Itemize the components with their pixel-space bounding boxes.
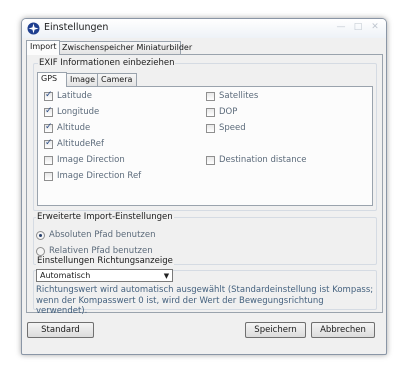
exif-tab-strip: GPS Image Camera xyxy=(37,72,157,87)
direction-settings-label: Einstellungen Richtungsanzeige xyxy=(36,256,174,266)
tab-image[interactable]: Image xyxy=(66,73,98,86)
save-button[interactable]: Speichern xyxy=(245,322,306,338)
app-icon xyxy=(27,22,40,35)
radio-button[interactable] xyxy=(36,230,45,240)
import-settings-label: Erweiterte Import-Einstellungen xyxy=(36,212,174,222)
minimize-icon[interactable]: — xyxy=(334,21,348,33)
radio-button[interactable] xyxy=(36,246,45,256)
import-tab-panel: EXIF Informationen einbeziehen GPS Image… xyxy=(26,54,383,316)
checkbox-altitude-ref[interactable]: AltitudeRef xyxy=(44,138,104,150)
checkbox-altitude[interactable]: Altitude xyxy=(44,122,90,134)
maximize-icon[interactable]: □ xyxy=(351,21,365,33)
checkbox-box[interactable] xyxy=(206,91,215,101)
settings-dialog: Einstellungen — □ ✕ Import Zwischenspeic… xyxy=(21,18,387,355)
checkbox-longitude[interactable]: Longitude xyxy=(44,106,99,118)
tab-gps[interactable]: GPS xyxy=(37,72,67,87)
title-bar[interactable]: Einstellungen — □ ✕ xyxy=(22,19,386,38)
direction-note: Richtungswert wird automatisch ausgewähl… xyxy=(36,285,374,316)
checkbox-box[interactable] xyxy=(206,155,215,165)
checkbox-box[interactable] xyxy=(44,106,53,117)
exif-group-label: EXIF Informationen einbeziehen xyxy=(38,58,176,68)
checkbox-satellites[interactable]: Satellites xyxy=(206,90,258,102)
checkbox-box[interactable] xyxy=(206,107,215,117)
tab-import[interactable]: Import xyxy=(26,40,60,55)
gps-tab-panel: Latitude Longitude Altitude AltitudeRef … xyxy=(37,86,373,206)
window-title: Einstellungen xyxy=(44,22,109,33)
checkbox-box[interactable] xyxy=(44,122,53,133)
checkbox-box[interactable] xyxy=(206,123,215,133)
main-tab-strip: Import Zwischenspeicher Miniaturbilder xyxy=(26,40,276,55)
checkbox-latitude[interactable]: Latitude xyxy=(44,90,92,102)
chevron-down-icon[interactable]: ▼ xyxy=(161,272,172,280)
close-icon[interactable]: ✕ xyxy=(368,21,382,33)
standard-button[interactable]: Standard xyxy=(27,322,94,338)
checkbox-box[interactable] xyxy=(44,138,53,149)
radio-absolute-path[interactable]: Absoluten Pfad benutzen xyxy=(36,229,155,241)
checkbox-destination-distance[interactable]: Destination distance xyxy=(206,154,307,166)
checkbox-dop[interactable]: DOP xyxy=(206,106,237,118)
direction-mode-select[interactable]: Automatisch ▼ xyxy=(36,269,173,282)
tab-thumbnail-cache[interactable]: Zwischenspeicher Miniaturbilder xyxy=(58,41,192,54)
tab-camera[interactable]: Camera xyxy=(97,73,137,86)
checkbox-image-direction[interactable]: Image Direction xyxy=(44,154,125,166)
checkbox-image-direction-ref[interactable]: Image Direction Ref xyxy=(44,170,141,182)
cancel-button[interactable]: Abbrechen xyxy=(311,322,375,338)
checkbox-speed[interactable]: Speed xyxy=(206,122,246,134)
checkbox-box[interactable] xyxy=(44,155,53,165)
checkbox-box[interactable] xyxy=(44,171,53,181)
checkbox-box[interactable] xyxy=(44,90,53,101)
